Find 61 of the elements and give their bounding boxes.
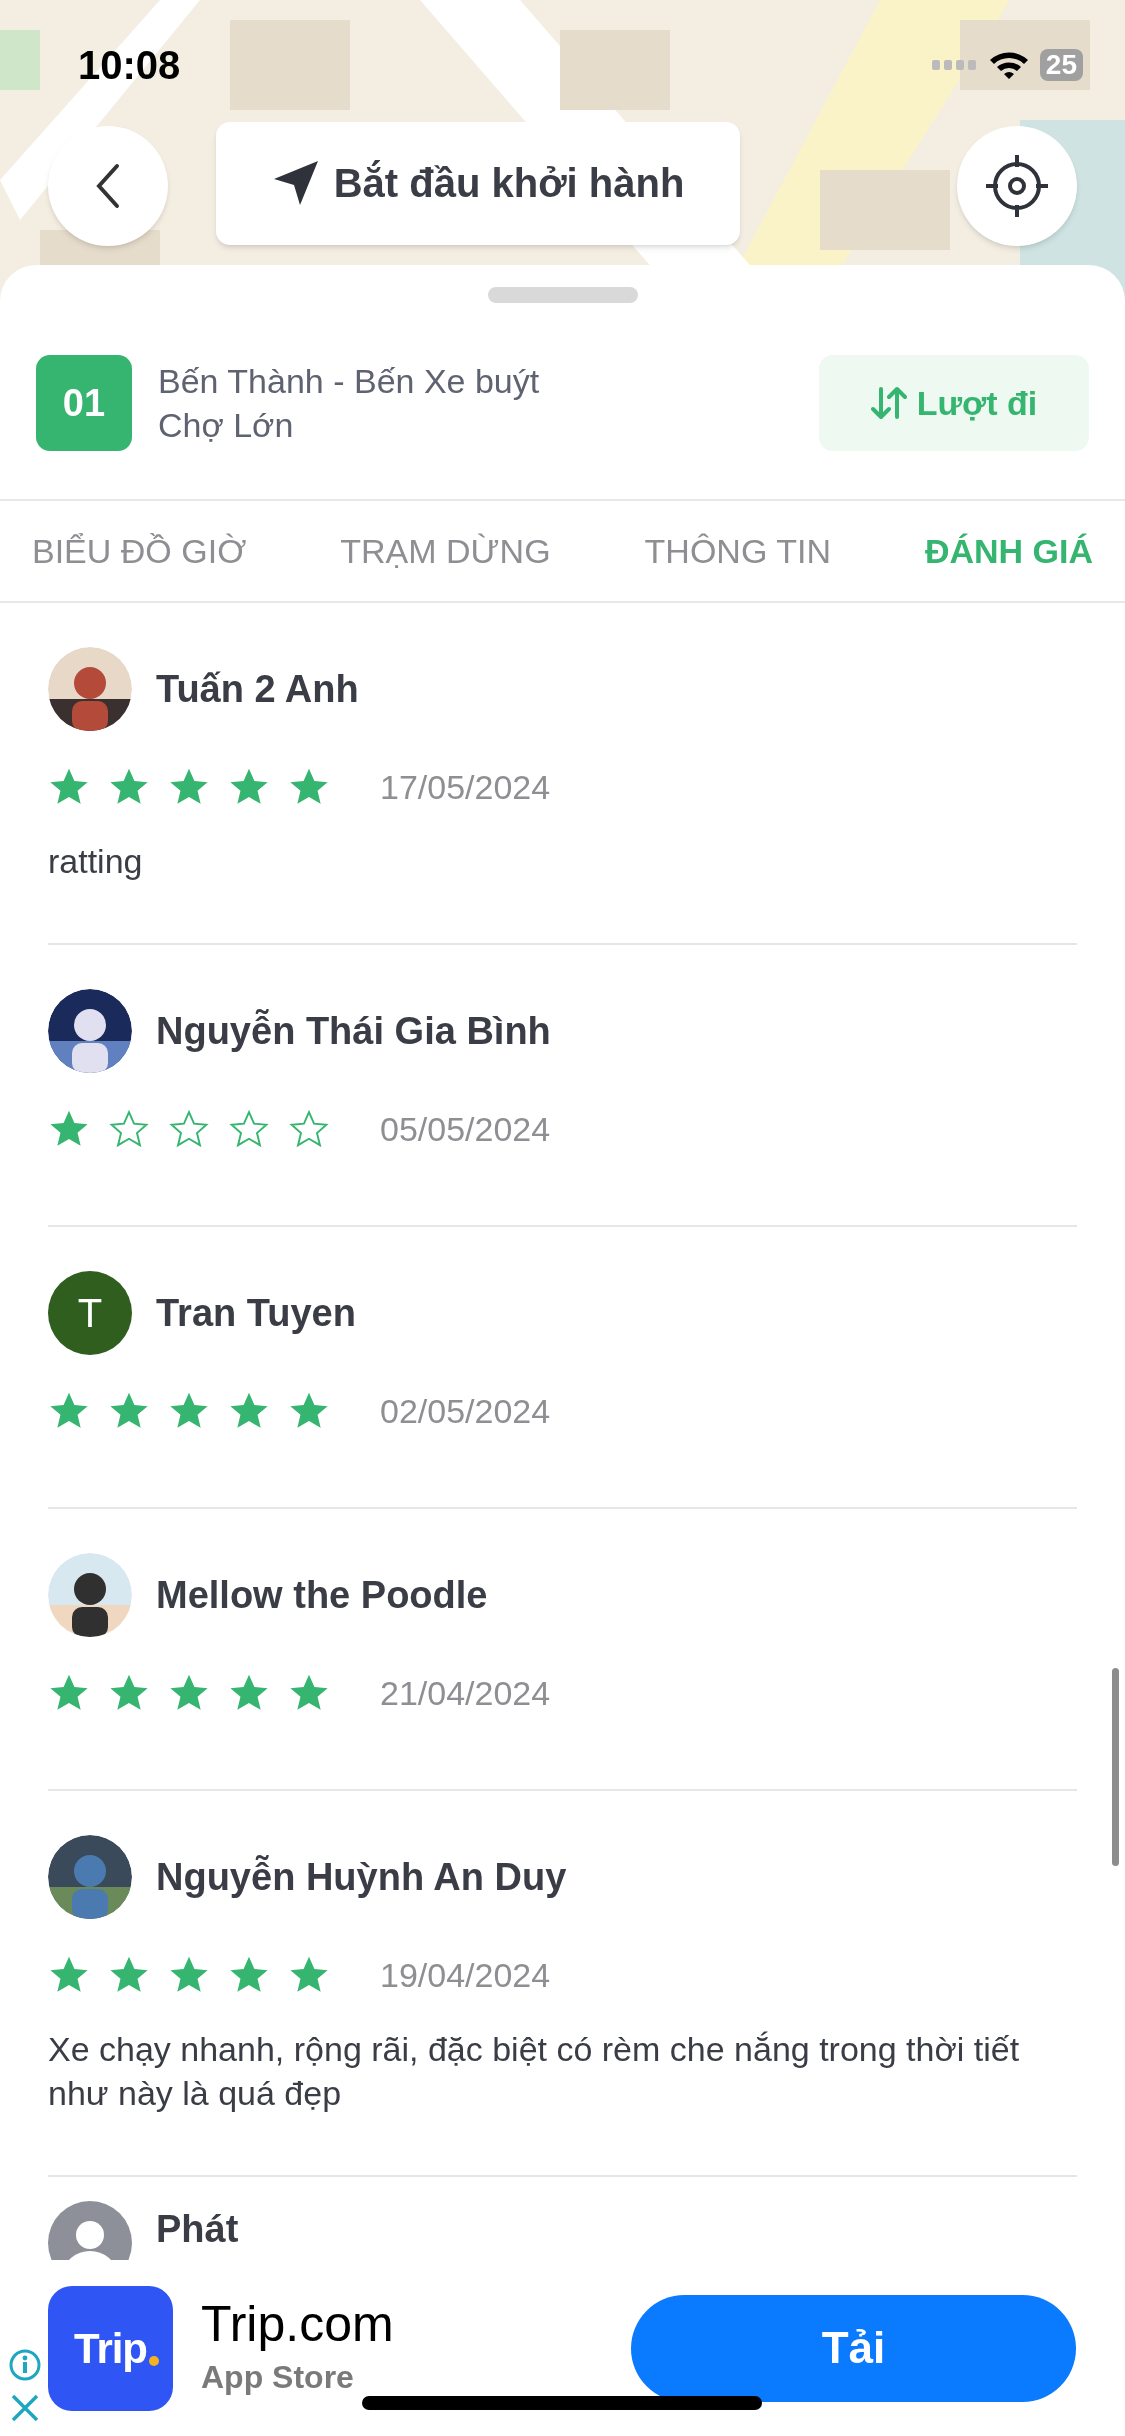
install-button[interactable]: Tải: [631, 2294, 1076, 2402]
review-date: 05/05/2024: [380, 1108, 551, 1150]
back-icon: [95, 163, 121, 209]
star-outline-icon: [168, 1109, 210, 1149]
star-outline-icon: [288, 1109, 330, 1149]
reviewer-name: Nguyễn Thái Gia Bình: [156, 1008, 551, 1054]
star-icon: [108, 1391, 150, 1431]
star-outline-icon: [228, 1109, 270, 1149]
route-number-badge: 01: [36, 355, 132, 451]
review-comment: ratting: [48, 841, 144, 882]
star-icon: [48, 1391, 90, 1431]
star-icon: [228, 1955, 270, 1995]
drag-handle[interactable]: [487, 287, 638, 303]
direction-button[interactable]: Lượt đi: [819, 355, 1089, 451]
reviewer-name: Tran Tuyen: [156, 1290, 356, 1336]
review-date: 17/05/2024: [380, 766, 551, 808]
review-date: 21/04/2024: [380, 1672, 551, 1714]
star-icon: [288, 1955, 330, 1995]
close-icon[interactable]: [10, 2393, 40, 2423]
star-icon: [168, 1391, 210, 1431]
status-time: 10:08: [78, 42, 181, 89]
review-comment: Xe chạy nhanh, rộng rãi, đặc biệt có rèm che nắng trong thời tiết như này là quá đẹp: [48, 2029, 1021, 2114]
star-icon: [108, 1673, 150, 1713]
star-icon: [48, 767, 90, 807]
dot-icon: [149, 2355, 159, 2366]
star-icon: [228, 1673, 270, 1713]
signal-icon: [931, 58, 978, 72]
review-date: 19/04/2024: [380, 1954, 551, 1996]
app-icon: Trip: [48, 2285, 173, 2411]
star-icon: [228, 767, 270, 807]
star-icon: [288, 1391, 330, 1431]
reviewer-name: Mellow the Poodle: [156, 1572, 488, 1618]
info-icon[interactable]: [8, 2348, 42, 2382]
tab[interactable]: ĐÁNH GIÁ: [924, 525, 1093, 577]
reviewer-name: Nguyễn Huỳnh An Duy: [156, 1854, 567, 1900]
reviewer-name: Phát: [156, 2207, 239, 2252]
store-name: App Store: [201, 2358, 355, 2397]
star-icon: [288, 767, 330, 807]
reviewer-name: Tuấn 2 Anh: [156, 666, 359, 712]
star-icon: [48, 1109, 90, 1149]
star-outline-icon: [108, 1109, 150, 1149]
crosshair-icon: [984, 153, 1050, 219]
avatar-letter: T: [48, 1271, 132, 1355]
star-icon: [168, 1955, 210, 1995]
tab[interactable]: TRẠM DỪNG: [340, 525, 551, 577]
review-date: 02/05/2024: [380, 1390, 551, 1432]
app-name: Trip.com: [201, 2295, 394, 2353]
star-icon: [48, 1955, 90, 1995]
star-icon: [288, 1673, 330, 1713]
tab[interactable]: BIỂU ĐỒ GIỜ: [32, 525, 247, 577]
star-icon: [48, 1673, 90, 1713]
route-name: Bến Thành - Bến Xe buýt Chợ Lớn: [158, 361, 541, 446]
star-icon: [168, 1673, 210, 1713]
start-trip-button[interactable]: Bắt đầu khởi hành: [216, 121, 740, 245]
star-icon: [228, 1391, 270, 1431]
battery-indicator: 25: [1039, 49, 1083, 81]
tab[interactable]: THÔNG TIN: [644, 525, 831, 577]
star-icon: [108, 767, 150, 807]
star-icon: [108, 1955, 150, 1995]
swap-arrows-icon: [870, 385, 907, 421]
star-icon: [168, 767, 210, 807]
